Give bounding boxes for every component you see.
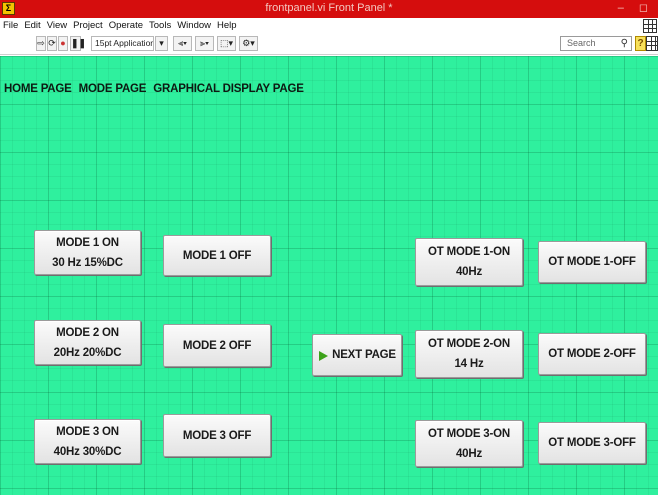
next-arrow-icon <box>319 351 328 361</box>
mode-3-on-freq: 40Hz 30%DC <box>53 445 122 458</box>
connector-pane-icon[interactable] <box>646 36 658 51</box>
ot-mode-1-on-freq: 40Hz <box>455 266 483 278</box>
front-panel: HOME PAGE MODE PAGE GRAPHICAL DISPLAY PAGE… <box>0 56 658 495</box>
title-bar: Σ frontpanel.vi Front Panel * – ◻ <box>0 0 658 18</box>
ot-mode-1-on-button[interactable]: OT MODE 1-ON 40Hz <box>415 238 523 286</box>
ot-mode-3-on-button[interactable]: OT MODE 3-ON 40Hz <box>415 420 523 467</box>
font-select[interactable]: 15pt Application Font <box>91 36 154 51</box>
mode-3-on-button[interactable]: MODE 3 ON 40Hz 30%DC <box>34 419 141 464</box>
menu-bar: File Edit View Project Operate Tools Window Hel… <box>0 18 658 33</box>
grid-icon[interactable] <box>643 19 657 33</box>
mode-1-on-label: MODE 1 ON <box>56 236 119 249</box>
mode-2-off-button[interactable]: MODE 2 OFF <box>163 324 271 367</box>
resize-objects-icon[interactable]: ⬚▾ <box>217 36 236 51</box>
menu-operate[interactable]: Operate <box>106 18 146 31</box>
ot-mode-1-on-label: OT MODE 1-ON <box>428 246 510 258</box>
pause-icon[interactable]: ❚❚ <box>70 36 86 51</box>
run-arrow-icon[interactable]: ⇨ <box>36 36 46 51</box>
mode-1-on-button[interactable]: MODE 1 ON 30 Hz 15%DC <box>34 230 141 275</box>
help-icon[interactable]: ? <box>635 36 646 51</box>
mode-2-on-label: MODE 2 ON <box>56 326 119 339</box>
toolbar: ⇨ ⟳ ● ❚❚ 15pt Application Font ▾ ⫷▾ ⫸▾ ⬚… <box>0 33 658 55</box>
ot-mode-2-off-button[interactable]: OT MODE 2-OFF <box>538 333 646 375</box>
search-placeholder: Search <box>567 38 596 48</box>
ot-mode-3-on-freq: 40Hz <box>455 447 483 460</box>
ot-mode-2-on-button[interactable]: OT MODE 2-ON 14 Hz <box>415 330 523 378</box>
run-continuous-icon[interactable]: ⟳ <box>47 36 57 51</box>
window-title: frontpanel.vi Front Panel * <box>265 2 393 14</box>
search-input[interactable]: Search ⚲ <box>560 36 632 51</box>
menu-file[interactable]: File <box>0 18 21 31</box>
ot-mode-3-on-label: OT MODE 3-ON <box>428 427 510 440</box>
page-tabs: HOME PAGE MODE PAGE GRAPHICAL DISPLAY PAGE <box>4 83 311 95</box>
menu-view[interactable]: View <box>44 18 70 31</box>
menu-tools[interactable]: Tools <box>146 18 174 31</box>
menu-help[interactable]: Help <box>214 18 240 31</box>
tab-mode-page[interactable]: MODE PAGE <box>79 83 147 95</box>
text-settings-dropdown[interactable]: ▾ <box>155 36 168 51</box>
mode-2-on-button[interactable]: MODE 2 ON 20Hz 20%DC <box>34 320 141 365</box>
reorder-icon[interactable]: ⚙▾ <box>239 36 258 51</box>
mode-2-on-freq: 20Hz 20%DC <box>53 346 122 359</box>
tab-graphical-display-page[interactable]: GRAPHICAL DISPLAY PAGE <box>153 83 304 95</box>
align-objects-icon[interactable]: ⫷▾ <box>173 36 192 51</box>
menu-edit[interactable]: Edit <box>21 18 43 31</box>
mode-3-off-button[interactable]: MODE 3 OFF <box>163 414 271 457</box>
menu-window[interactable]: Window <box>174 18 214 31</box>
menu-project[interactable]: Project <box>70 18 106 31</box>
distribute-objects-icon[interactable]: ⫸▾ <box>195 36 214 51</box>
search-icon[interactable]: ⚲ <box>621 37 628 50</box>
mode-1-on-freq: 30 Hz 15%DC <box>52 256 123 269</box>
tab-home-page[interactable]: HOME PAGE <box>4 83 72 95</box>
ot-mode-2-on-freq: 14 Hz <box>454 358 484 370</box>
abort-icon[interactable]: ● <box>58 36 68 51</box>
ot-mode-3-off-button[interactable]: OT MODE 3-OFF <box>538 422 646 464</box>
mode-3-on-label: MODE 3 ON <box>56 425 119 438</box>
ot-mode-2-on-label: OT MODE 2-ON <box>428 338 510 350</box>
mode-1-off-button[interactable]: MODE 1 OFF <box>163 235 271 276</box>
ot-mode-1-off-button[interactable]: OT MODE 1-OFF <box>538 241 646 283</box>
window-controls[interactable]: – ◻ <box>618 1 654 14</box>
next-page-button[interactable]: NEXT PAGE <box>312 334 402 376</box>
next-page-label: NEXT PAGE <box>332 349 396 361</box>
